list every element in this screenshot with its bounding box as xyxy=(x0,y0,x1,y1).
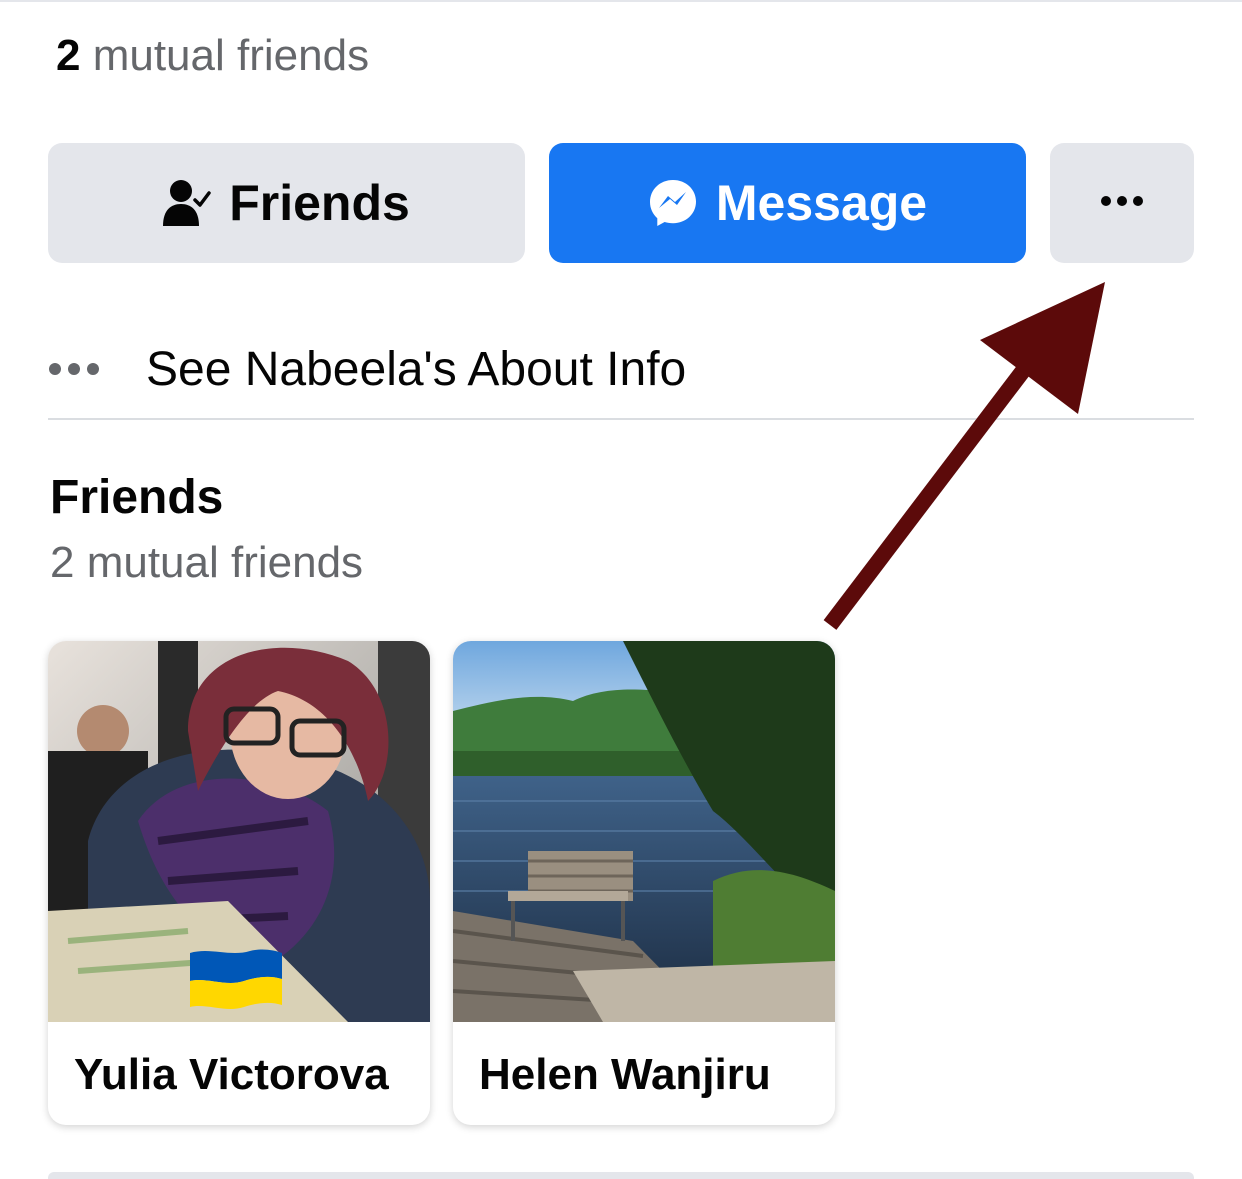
friend-photo xyxy=(453,641,835,1022)
mutual-friends-label: mutual friends xyxy=(80,31,370,80)
message-button[interactable]: Message xyxy=(549,143,1026,263)
top-divider xyxy=(0,0,1242,2)
more-dots-icon xyxy=(1100,194,1144,212)
ukraine-flag-icon xyxy=(190,949,282,1009)
mutual-friends-summary[interactable]: 2 mutual friends xyxy=(56,30,369,82)
friend-card[interactable]: Helen Wanjiru xyxy=(453,641,835,1125)
profile-page: 2 mutual friends Friends Message See Nab… xyxy=(0,0,1242,1179)
section-divider xyxy=(48,418,1194,420)
messenger-icon xyxy=(648,178,698,228)
next-section-edge xyxy=(48,1172,1194,1179)
about-info-row[interactable]: See Nabeela's About Info xyxy=(48,320,1194,418)
friends-button[interactable]: Friends xyxy=(48,143,525,263)
friends-section-subtitle: 2 mutual friends xyxy=(50,538,364,587)
about-info-link: See Nabeela's About Info xyxy=(146,342,687,396)
friend-card[interactable]: Yulia Victorova xyxy=(48,641,430,1125)
friends-section-title: Friends xyxy=(50,471,224,524)
about-dots-icon xyxy=(48,362,146,376)
mutual-friends-count: 2 xyxy=(56,31,81,80)
friend-check-icon xyxy=(163,178,211,228)
message-button-label: Message xyxy=(715,175,928,231)
friend-name: Yulia Victorova xyxy=(74,1050,389,1099)
friend-photo xyxy=(48,641,430,1022)
friend-name: Helen Wanjiru xyxy=(479,1050,771,1099)
more-options-button[interactable] xyxy=(1050,143,1194,263)
friends-button-label: Friends xyxy=(229,175,410,231)
